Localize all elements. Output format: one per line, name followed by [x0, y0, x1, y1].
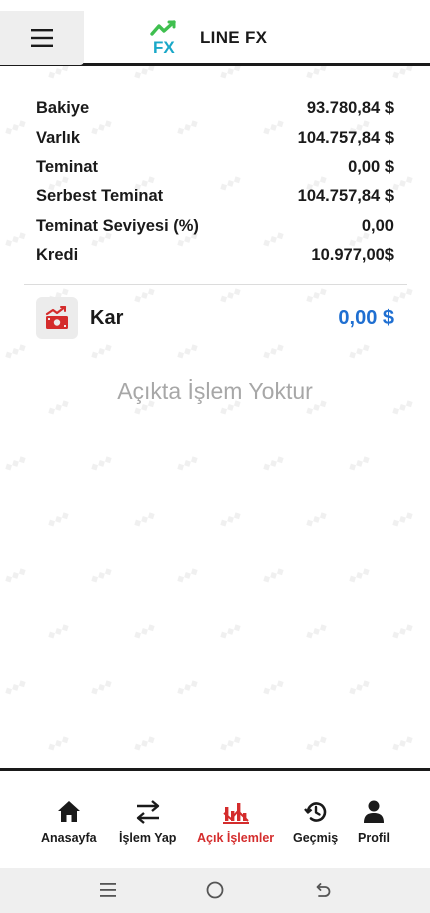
watermark-mark: ◆◆◆: [174, 453, 201, 474]
nav-label: Profil: [358, 831, 390, 845]
nav-label: Açık İşlemler: [197, 831, 275, 845]
profit-icon-box: [36, 297, 78, 339]
person-icon: [363, 800, 384, 823]
money-chart-icon: [45, 306, 68, 329]
watermark-mark: ◆◆◆: [389, 621, 416, 642]
exchange-arrows-icon: [136, 800, 159, 824]
brand-name: LINE FX: [200, 28, 268, 47]
watermark-mark: ◆◆◆: [2, 565, 29, 586]
row-value: 93.780,84 $: [306, 99, 394, 118]
watermark-mark: ◆◆◆: [2, 117, 29, 138]
watermark-mark: ◆◆◆: [389, 733, 416, 754]
row-value: 0,00 $: [348, 157, 394, 176]
watermark-mark: ◆◆◆: [131, 509, 158, 530]
row-value: 0,00: [361, 216, 394, 235]
watermark-mark: ◆◆◆: [346, 453, 373, 474]
account-row-credit: Kredi 10.977,00$: [36, 241, 394, 270]
row-label: Varlık: [36, 128, 81, 147]
menu-button[interactable]: [0, 11, 84, 65]
history-icon: [303, 802, 326, 822]
watermark-mark: ◆◆◆: [45, 621, 72, 642]
watermark-mark: ◆◆◆: [2, 229, 29, 250]
account-row-margin-level: Teminat Seviyesi (%) 0,00: [36, 212, 394, 241]
watermark-mark: ◆◆◆: [88, 677, 115, 698]
system-nav-bar: [0, 868, 430, 913]
watermark-mark: ◆◆◆: [45, 733, 72, 754]
watermark-mark: ◆◆◆: [131, 733, 158, 754]
account-row-margin: Teminat 0,00 $: [36, 153, 394, 182]
nav-label: İşlem Yap: [119, 831, 177, 845]
watermark-mark: ◆◆◆: [88, 341, 115, 362]
watermark-mark: ◆◆◆: [45, 509, 72, 530]
row-label: Bakiye: [36, 99, 90, 118]
watermark-mark: ◆◆◆: [389, 509, 416, 530]
account-summary: Bakiye 93.780,84 $ Varlık 104.757,84 $ T…: [36, 94, 394, 270]
row-label: Teminat: [36, 157, 99, 176]
watermark-mark: ◆◆◆: [2, 341, 29, 362]
watermark-mark: ◆◆◆: [174, 341, 201, 362]
bottom-nav: Anasayfa İşlem Yap Açık İşlemler Geçmiş: [0, 768, 430, 868]
row-label: Kredi: [36, 246, 79, 265]
watermark-mark: ◆◆◆: [217, 733, 244, 754]
row-label: Teminat Seviyesi (%): [36, 216, 199, 235]
home-icon: [57, 801, 80, 822]
divider: [24, 284, 407, 285]
row-value: 104.757,84 $: [297, 128, 394, 147]
watermark-mark: ◆◆◆: [174, 565, 201, 586]
logo-text: FX: [153, 38, 175, 56]
watermark-mark: ◆◆◆: [217, 509, 244, 530]
account-row-balance: Bakiye 93.780,84 $: [36, 94, 394, 123]
line-fx-logo: FX: [150, 20, 176, 56]
profit-label: Kar: [90, 306, 124, 329]
recent-apps-button[interactable]: [96, 880, 120, 900]
row-label: Serbest Teminat: [36, 187, 164, 206]
watermark-mark: ◆◆◆: [303, 509, 330, 530]
watermark-mark: ◆◆◆: [88, 453, 115, 474]
watermark-mark: ◆◆◆: [2, 677, 29, 698]
nav-item-home[interactable]: Anasayfa: [41, 799, 97, 845]
watermark-mark: ◆◆◆: [303, 733, 330, 754]
watermark-mark: ◆◆◆: [346, 341, 373, 362]
watermark-mark: ◆◆◆: [346, 677, 373, 698]
open-trades-icon: [222, 803, 249, 824]
back-icon: [316, 883, 331, 897]
empty-state-message: Açıkta İşlem Yoktur: [117, 378, 313, 404]
nav-item-open-trades[interactable]: Açık İşlemler: [197, 799, 274, 845]
row-value: 104.757,84 $: [297, 187, 394, 206]
watermark-mark: ◆◆◆: [346, 565, 373, 586]
watermark-mark: ◆◆◆: [303, 621, 330, 642]
watermark-mark: ◆◆◆: [260, 565, 287, 586]
home-system-button[interactable]: [203, 880, 227, 900]
nav-label: Anasayfa: [41, 831, 97, 845]
watermark-mark: ◆◆◆: [260, 341, 287, 362]
watermark-mark: ◆◆◆: [260, 453, 287, 474]
nav-item-profile[interactable]: Profil: [358, 799, 390, 845]
back-system-button[interactable]: [311, 880, 335, 900]
recent-apps-icon: [100, 883, 116, 897]
profit-row: Kar 0,00 $: [36, 297, 394, 339]
watermark-mark: ◆◆◆: [88, 565, 115, 586]
brand: FX LINE FX: [150, 20, 267, 56]
row-value: 10.977,00$: [311, 246, 394, 265]
account-row-equity: Varlık 104.757,84 $: [36, 123, 394, 152]
watermark-mark: ◆◆◆: [217, 621, 244, 642]
profit-value: 0,00 $: [338, 306, 394, 329]
watermark-mark: ◆◆◆: [2, 453, 29, 474]
nav-item-history[interactable]: Geçmiş: [293, 799, 338, 845]
watermark-mark: ◆◆◆: [260, 677, 287, 698]
app-header: FX LINE FX: [0, 0, 430, 66]
account-row-free-margin: Serbest Teminat 104.757,84 $: [36, 182, 394, 211]
nav-item-trade[interactable]: İşlem Yap: [119, 799, 176, 845]
watermark-mark: ◆◆◆: [131, 621, 158, 642]
watermark-mark: ◆◆◆: [174, 677, 201, 698]
hamburger-icon: [31, 29, 53, 47]
nav-label: Geçmiş: [293, 831, 339, 845]
home-circle-icon: [206, 881, 224, 899]
